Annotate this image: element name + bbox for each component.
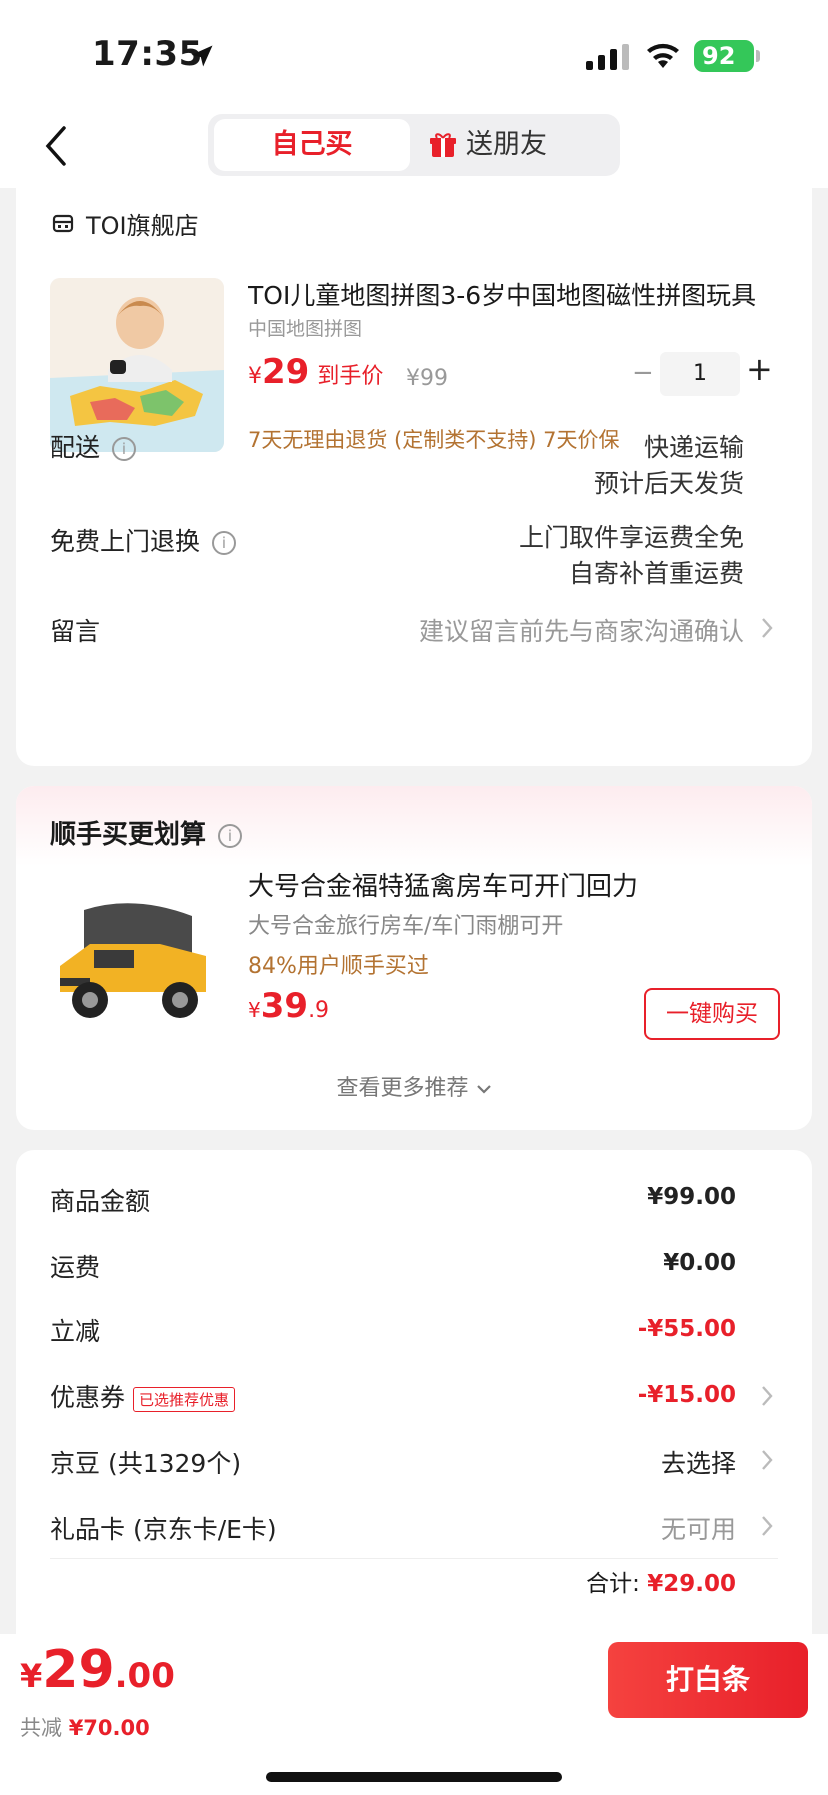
coupon-row-label: 优惠券 已选推荐优惠 — [50, 1378, 236, 1414]
home-indicator — [266, 1772, 562, 1782]
see-more-recommendations[interactable]: 查看更多推荐 — [16, 1070, 812, 1102]
savings-value: ¥70.00 — [68, 1716, 150, 1740]
price-currency: ¥ — [248, 364, 262, 389]
chevron-down-icon — [476, 1085, 491, 1094]
quantity-decrease-button[interactable]: − — [632, 358, 654, 388]
recommendation-title: 顺手买更划算 — [50, 820, 207, 850]
battery-tip — [756, 50, 760, 62]
message-input[interactable]: 建议留言前先与商家沟通确认 — [419, 612, 744, 648]
recommended-product-price: ¥39.9 — [248, 986, 329, 1026]
recommendation-info-icon[interactable]: i — [218, 823, 243, 848]
summary-value-goods: ¥99.00 — [647, 1184, 736, 1210]
summary-label-discount: 立减 — [50, 1317, 101, 1346]
delivery-label-row: 配送 i — [50, 428, 137, 464]
see-more-label: 查看更多推荐 — [336, 1076, 469, 1101]
product-spec[interactable]: 中国地图拼图 — [248, 314, 362, 341]
product-photo-graphic — [50, 278, 224, 452]
summary-label-goods: 商品金额 — [50, 1187, 151, 1216]
product-image[interactable] — [50, 278, 224, 452]
return-pickup: 上门取件享运费全免 — [518, 523, 744, 552]
checkout-price: ¥29.00 — [20, 1640, 175, 1700]
jingdou-chevron-icon[interactable] — [760, 1448, 774, 1472]
chevron-right-icon[interactable] — [760, 616, 774, 640]
recommendation-card: 顺手买更划算 i 大号合金福特猛禽房车可开门回力 大号合金旅行房车/车门雨棚可开 … — [16, 786, 812, 1130]
coupon-chevron-icon[interactable] — [760, 1384, 774, 1408]
delivery-method[interactable]: 快递运输 — [644, 428, 744, 464]
toy-truck-graphic — [50, 870, 224, 1044]
savings-label: 共减 — [20, 1716, 69, 1740]
summary-divider — [50, 1558, 778, 1559]
tab-buy-for-self[interactable]: 自己买 — [214, 119, 410, 171]
product-price: ¥29 到手价 — [248, 352, 383, 392]
recommended-product-spec: 大号合金旅行房车/车门雨棚可开 — [248, 914, 564, 939]
gift-icon — [430, 133, 456, 157]
back-arrow-icon[interactable] — [42, 124, 72, 168]
return-label: 免费上门退换 — [50, 527, 201, 556]
return-label-row: 免费上门退换 i — [50, 522, 237, 558]
tab-send-to-friend-label: 送朋友 — [466, 129, 547, 160]
quantity-input[interactable]: 1 — [660, 352, 740, 396]
recommended-product-image[interactable] — [50, 870, 224, 1044]
status-time: 17:35 — [92, 34, 203, 74]
checkout-price-currency: ¥ — [20, 1657, 43, 1695]
quantity-increase-button[interactable]: + — [746, 350, 773, 388]
store-icon — [52, 214, 74, 233]
recommended-price-dec: .9 — [308, 998, 330, 1023]
checkout-savings: 共减 ¥70.00 — [20, 1712, 150, 1742]
pay-baitiao-button[interactable]: 打白条 — [608, 1642, 808, 1718]
summary-value-discount: -¥55.00 — [637, 1316, 736, 1342]
purchase-mode-tabs: 自己买 送朋友 — [208, 114, 620, 176]
coupon-badge: 已选推荐优惠 — [133, 1386, 236, 1412]
original-price: ¥99 — [406, 366, 448, 391]
location-arrow-icon — [191, 45, 213, 67]
message-label: 留言 — [50, 617, 101, 646]
checkout-bar: ¥29.00 共减 ¥70.00 打白条 — [0, 1634, 828, 1795]
service-policy: 7天无理由退货 (定制类不支持) 7天价保 — [248, 428, 620, 452]
delivery-info-icon[interactable]: i — [112, 437, 137, 461]
price-summary-card: 商品金额 ¥99.00 运费 ¥0.00 立减 -¥55.00 优惠券 已选推荐优… — [16, 1150, 812, 1636]
summary-value-giftcard[interactable]: 无可用 — [661, 1510, 736, 1546]
summary-label-shipping: 运费 — [50, 1253, 101, 1282]
one-click-buy-button[interactable]: 一键购买 — [644, 988, 780, 1040]
tab-send-to-friend[interactable]: 送朋友 — [430, 119, 616, 171]
return-self-ship: 自寄补首重运费 — [568, 559, 744, 588]
summary-value-coupon[interactable]: -¥15.00 — [638, 1382, 736, 1408]
giftcard-chevron-icon[interactable] — [760, 1514, 774, 1538]
summary-label-jingdou: 京豆 (共1329个) — [50, 1449, 242, 1478]
wifi-icon — [647, 43, 679, 68]
total-value: ¥29.00 — [647, 1571, 736, 1597]
delivery-label: 配送 — [50, 433, 101, 462]
total-label: 合计: — [586, 1571, 648, 1597]
summary-label-giftcard: 礼品卡 (京东卡/E卡) — [50, 1515, 277, 1544]
store-name[interactable]: TOI旗舰店 — [86, 206, 199, 241]
checkout-price-int: 29 — [42, 1640, 115, 1700]
recommendation-title-row: 顺手买更划算 i — [50, 814, 243, 851]
recommended-price-int: 39 — [260, 986, 309, 1026]
recommended-product-name[interactable]: 大号合金福特猛禽房车可开门回力 — [248, 866, 638, 903]
battery-indicator: 92 — [694, 40, 754, 72]
recommended-price-currency: ¥ — [248, 998, 261, 1022]
summary-value-shipping: ¥0.00 — [663, 1250, 736, 1276]
price-value: 29 — [262, 352, 310, 392]
delivery-eta: 预计后天发货 — [593, 469, 744, 498]
return-info-icon[interactable]: i — [212, 531, 237, 555]
price-hint: 到手价 — [317, 364, 384, 389]
recommended-product-rate: 84%用户顺手买过 — [248, 954, 429, 979]
summary-value-jingdou[interactable]: 去选择 — [661, 1444, 736, 1480]
order-item-card: TOI旗舰店 TOI儿童地图拼图3-6岁中国地图磁性拼图玩具 中国地图拼图 ¥2… — [16, 188, 812, 766]
status-bar: 17:35 92 — [0, 0, 828, 110]
summary-label-coupon: 优惠券 — [50, 1383, 126, 1412]
top-bar: 17:35 92 自己买 送朋友 — [0, 0, 828, 188]
product-title[interactable]: TOI儿童地图拼图3-6岁中国地图磁性拼图玩具 — [248, 276, 788, 312]
checkout-price-dec: .00 — [114, 1656, 175, 1696]
summary-total: 合计: ¥29.00 — [586, 1564, 736, 1598]
cellular-signal-icon — [586, 44, 629, 70]
